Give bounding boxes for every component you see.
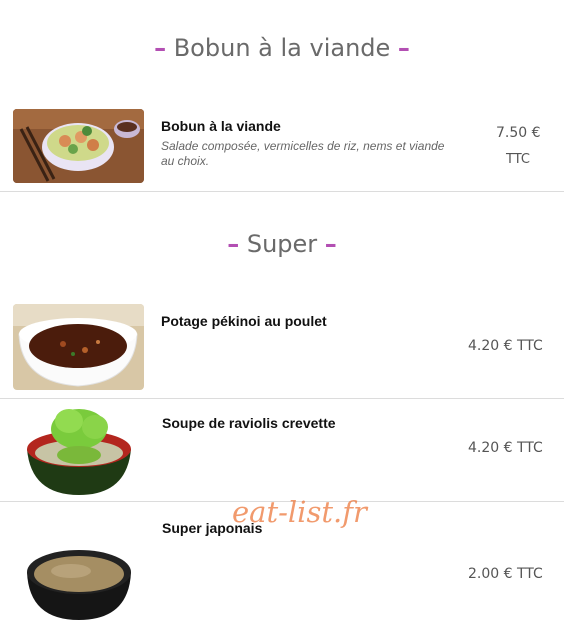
section-title-super: – Super –	[0, 230, 564, 258]
menu-item-potage[interactable]: Potage pékinoi au poulet 4.20 € TTC	[0, 302, 564, 398]
section-title-text: Super	[246, 230, 318, 258]
divider	[0, 191, 564, 192]
section-title-text: Bobun à la viande	[173, 34, 391, 62]
title-dash-left: –	[227, 230, 240, 258]
item-price: 4.20 € TTC	[468, 440, 543, 456]
item-description: Salade composée, vermicelles de riz, nem…	[161, 139, 445, 168]
watermark: eat-list.fr	[232, 495, 367, 529]
item-name: Bobun à la viande	[161, 118, 281, 134]
item-tax-label: TTC	[506, 152, 530, 167]
soup-bowl-photo	[13, 304, 144, 390]
title-dash-right: –	[324, 230, 337, 258]
item-name: Potage pékinoi au poulet	[161, 313, 327, 329]
title-dash-right: –	[397, 34, 410, 62]
miso-soup-photo	[13, 534, 144, 621]
item-price: 4.20 € TTC	[468, 338, 543, 354]
item-price: 7.50 €	[496, 125, 541, 141]
bobun-bowl-photo	[13, 109, 144, 183]
title-dash-left: –	[154, 34, 167, 62]
section-title-bobun: – Bobun à la viande –	[0, 34, 564, 62]
menu-item-raviolis[interactable]: Soupe de raviolis crevette 4.20 € TTC	[0, 399, 564, 501]
item-price: 2.00 € TTC	[468, 566, 543, 582]
item-name: Soupe de raviolis crevette	[162, 415, 336, 431]
dumpling-soup-photo	[13, 405, 144, 497]
menu-item-bobun[interactable]: Bobun à la viande Salade composée, vermi…	[0, 108, 564, 192]
